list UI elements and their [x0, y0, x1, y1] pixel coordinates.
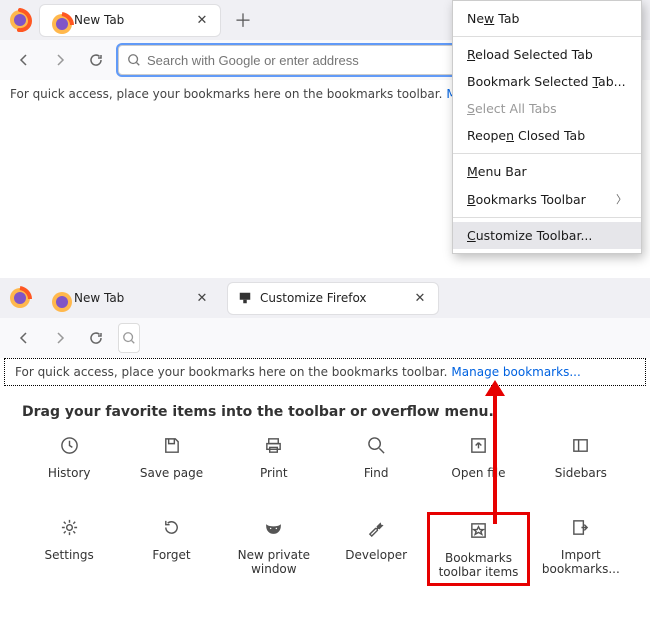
tools-grid: History Save page Print Find Open file S…: [0, 430, 650, 586]
tab-customize-firefox[interactable]: Customize Firefox ✕: [228, 283, 438, 314]
nav-toolbar: [0, 318, 650, 358]
chevron-right-icon: 〉: [616, 191, 627, 207]
tool-new-private-window[interactable]: New private window: [223, 512, 325, 586]
firefox-icon: [50, 12, 66, 28]
customize-panel: Drag your favorite items into the toolba…: [0, 386, 650, 586]
reload-button[interactable]: [82, 46, 110, 74]
back-button[interactable]: [10, 46, 38, 74]
save-icon: [160, 434, 182, 456]
tab-context-menu: New Tab Reload Selected Tab Bookmark Sel…: [452, 0, 642, 254]
browser-window-1: New Tab ✕ ＋ For quick access, place your…: [0, 0, 650, 278]
tool-label: Settings: [45, 548, 94, 562]
customize-title: Drag your favorite items into the toolba…: [0, 386, 650, 430]
tool-label: Sidebars: [555, 466, 607, 480]
back-button[interactable]: [10, 324, 38, 352]
tool-bookmarks-toolbar-items[interactable]: Bookmarks toolbar items: [427, 512, 529, 586]
forward-button[interactable]: [46, 324, 74, 352]
tab-new-tab[interactable]: New Tab ✕: [40, 5, 220, 36]
firefox-icon: [50, 290, 66, 306]
firefox-logo-icon: [8, 8, 32, 32]
find-icon: [365, 434, 387, 456]
bookbar-text: For quick access, place your bookmarks h…: [10, 87, 442, 101]
tool-save-page[interactable]: Save page: [120, 430, 222, 484]
tool-label: Save page: [140, 466, 203, 480]
menu-reopen-closed-tab[interactable]: Reopen Closed Tab: [453, 122, 641, 149]
search-button[interactable]: [118, 323, 140, 353]
tool-label: Find: [364, 466, 389, 480]
print-icon: [263, 434, 285, 456]
bookbar-text: For quick access, place your bookmarks h…: [15, 365, 447, 379]
reload-button[interactable]: [82, 324, 110, 352]
browser-window-2: New Tab ✕ Customize Firefox ✕ For quick …: [0, 278, 650, 586]
firefox-logo-icon: [8, 286, 32, 310]
menu-separator: [453, 217, 641, 218]
tool-find[interactable]: Find: [325, 430, 427, 484]
close-icon[interactable]: ✕: [194, 290, 210, 306]
brush-icon: [238, 291, 252, 305]
tab-label: New Tab: [74, 13, 124, 27]
tool-forget[interactable]: Forget: [120, 512, 222, 586]
open-file-icon: [467, 434, 489, 456]
close-icon[interactable]: ✕: [194, 12, 210, 28]
tool-label: Print: [260, 466, 288, 480]
annotation-arrow-stem: [493, 394, 497, 524]
menu-reload-selected-tab[interactable]: Reload Selected Tab: [453, 41, 641, 68]
tab-label: New Tab: [74, 291, 124, 305]
menu-separator: [453, 36, 641, 37]
wrench-icon: [365, 516, 387, 538]
tool-sidebars[interactable]: Sidebars: [530, 430, 632, 484]
manage-bookmarks-link[interactable]: Manage bookmarks...: [451, 365, 580, 379]
tool-settings[interactable]: Settings: [18, 512, 120, 586]
tool-label: Forget: [152, 548, 190, 562]
new-tab-button[interactable]: ＋: [228, 5, 258, 35]
search-icon: [127, 53, 141, 67]
menu-new-tab[interactable]: New Tab: [453, 5, 641, 32]
menu-select-all-tabs: Select All Tabs: [453, 95, 641, 122]
tool-label: Bookmarks toolbar items: [432, 551, 524, 579]
bookmarks-toolbar-dropzone[interactable]: For quick access, place your bookmarks h…: [4, 358, 646, 386]
close-icon[interactable]: ✕: [412, 290, 428, 306]
sidebars-icon: [570, 434, 592, 456]
tool-developer[interactable]: Developer: [325, 512, 427, 586]
tab-label: Customize Firefox: [260, 291, 367, 305]
tab-new-tab[interactable]: New Tab ✕: [40, 283, 220, 314]
tool-label: History: [48, 466, 91, 480]
tool-print[interactable]: Print: [223, 430, 325, 484]
tool-label: Import bookmarks...: [532, 548, 630, 576]
mask-icon: [263, 516, 285, 538]
tool-open-file[interactable]: Open file: [427, 430, 529, 484]
menu-customize-toolbar[interactable]: Customize Toolbar...: [453, 222, 641, 249]
menu-bookmark-selected-tab[interactable]: Bookmark Selected Tab...: [453, 68, 641, 95]
search-icon: [122, 331, 136, 345]
tool-import-bookmarks[interactable]: Import bookmarks...: [530, 512, 632, 586]
titlebar: New Tab ✕ Customize Firefox ✕: [0, 278, 650, 318]
tool-label: New private window: [225, 548, 323, 576]
gear-icon: [58, 516, 80, 538]
forget-icon: [160, 516, 182, 538]
forward-button[interactable]: [46, 46, 74, 74]
history-icon: [58, 434, 80, 456]
bookmark-star-icon: [467, 519, 489, 541]
tool-history[interactable]: History: [18, 430, 120, 484]
tool-label: Open file: [451, 466, 505, 480]
menu-separator: [453, 153, 641, 154]
menu-menu-bar[interactable]: Menu Bar: [453, 158, 641, 185]
tool-label: Developer: [345, 548, 407, 562]
import-icon: [570, 516, 592, 538]
annotation-arrow-head: [485, 380, 505, 396]
menu-bookmarks-toolbar[interactable]: Bookmarks Toolbar〉: [453, 185, 641, 213]
